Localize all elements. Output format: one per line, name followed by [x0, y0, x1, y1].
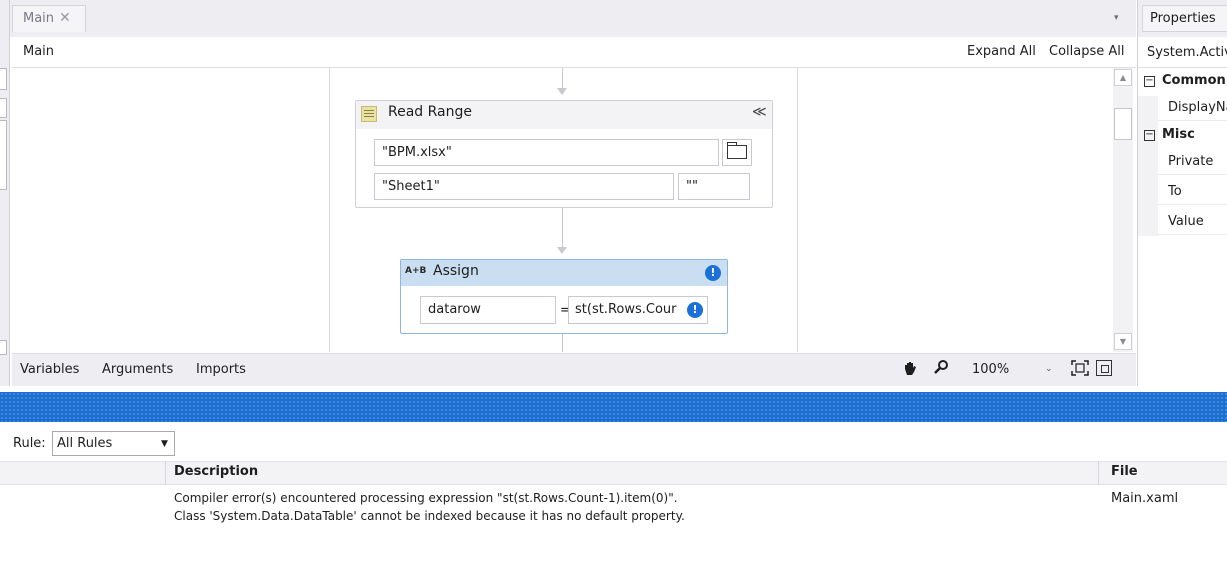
category-label: Common — [1162, 73, 1226, 88]
property-displayname[interactable]: DisplayNa — [1158, 94, 1227, 121]
left-panel-field[interactable] — [0, 120, 7, 190]
scroll-up-arrow-icon[interactable]: ▲ — [1114, 69, 1132, 86]
validation-error-icon[interactable]: ! — [705, 265, 721, 281]
connector-arrow — [557, 88, 567, 95]
collapse-minus-icon[interactable]: − — [1144, 130, 1155, 141]
magnifier-zoom-icon[interactable] — [933, 359, 949, 379]
sheet-name-input[interactable]: "Sheet1" — [374, 173, 674, 200]
workbook-path-input[interactable]: "BPM.xlsx" — [374, 139, 719, 166]
connector-arrow — [557, 247, 567, 254]
assign-icon: A+B — [405, 266, 427, 276]
rule-filter-select[interactable]: All Rules — [52, 431, 175, 456]
sequence-border-left — [329, 68, 330, 352]
column-separator[interactable] — [1098, 461, 1099, 485]
property-category-misc[interactable]: − Misc — [1144, 124, 1227, 147]
left-panel-field[interactable] — [0, 98, 7, 118]
read-range-title: Read Range — [388, 104, 472, 120]
collapse-all-button[interactable]: Collapse All — [1049, 44, 1125, 59]
properties-type-name: System.Activ — [1138, 37, 1227, 68]
error-description-line[interactable]: Class 'System.Data.DataTable' cannot be … — [174, 509, 685, 523]
scroll-down-arrow-icon[interactable]: ▼ — [1114, 333, 1132, 350]
left-panel-strip — [0, 0, 10, 386]
overview-map-icon[interactable] — [1096, 360, 1112, 376]
arguments-tab[interactable]: Arguments — [102, 362, 173, 377]
panel-splitter[interactable] — [0, 392, 1227, 422]
range-input[interactable]: "" — [678, 173, 750, 200]
error-file[interactable]: Main.xaml — [1111, 491, 1178, 506]
designer-bottom-bar — [12, 353, 1136, 386]
fit-to-screen-icon[interactable] — [1071, 360, 1089, 376]
pan-hand-icon[interactable] — [902, 360, 918, 380]
zoom-chevron-down-icon[interactable]: ⌄ — [1045, 364, 1053, 374]
property-private[interactable]: Private — [1158, 148, 1227, 175]
excel-read-range-icon — [361, 106, 377, 122]
property-category-common[interactable]: − Common — [1144, 70, 1227, 93]
assign-to-input[interactable]: datarow — [420, 296, 556, 324]
properties-gutter — [1138, 96, 1158, 236]
tab-main[interactable]: Main ✕ — [12, 5, 86, 32]
property-value[interactable]: Value — [1158, 208, 1227, 235]
tab-overflow-chevron-down-icon[interactable]: ▾ — [1114, 13, 1128, 23]
connector-line — [562, 334, 563, 352]
collapse-chevron-up-icon[interactable]: ≪ — [752, 104, 767, 120]
tab-properties[interactable]: Properties — [1142, 5, 1227, 32]
close-icon[interactable]: ✕ — [59, 10, 71, 26]
properties-tab-label: Properties — [1150, 11, 1216, 26]
property-to[interactable]: To — [1158, 178, 1227, 205]
column-header-description[interactable]: Description — [174, 464, 258, 479]
document-tab-bar — [10, 0, 1136, 37]
error-description-line[interactable]: Compiler error(s) encountered processing… — [174, 491, 678, 505]
expand-all-button[interactable]: Expand All — [967, 44, 1036, 59]
scrollbar-thumb[interactable] — [1114, 108, 1132, 140]
collapse-minus-icon[interactable]: − — [1144, 76, 1155, 87]
tab-main-label: Main — [23, 11, 55, 26]
left-panel-field[interactable] — [0, 68, 7, 90]
folder-icon — [727, 142, 747, 159]
dropdown-arrow-icon[interactable]: ▼ — [161, 439, 168, 449]
zoom-level-select[interactable]: 100% — [972, 362, 1009, 377]
sequence-border-right — [797, 68, 798, 352]
connector-line — [562, 208, 563, 248]
value-error-icon[interactable]: ! — [687, 302, 703, 318]
breadcrumb[interactable]: Main — [23, 44, 54, 59]
rule-label: Rule: — [13, 436, 46, 451]
column-header-file[interactable]: File — [1111, 464, 1138, 479]
variables-tab[interactable]: Variables — [20, 362, 79, 377]
column-separator[interactable] — [165, 461, 166, 485]
imports-tab[interactable]: Imports — [196, 362, 246, 377]
connector-line — [562, 68, 563, 88]
left-panel-field[interactable] — [0, 340, 7, 355]
category-label: Misc — [1162, 127, 1195, 142]
assign-title: Assign — [433, 263, 479, 279]
